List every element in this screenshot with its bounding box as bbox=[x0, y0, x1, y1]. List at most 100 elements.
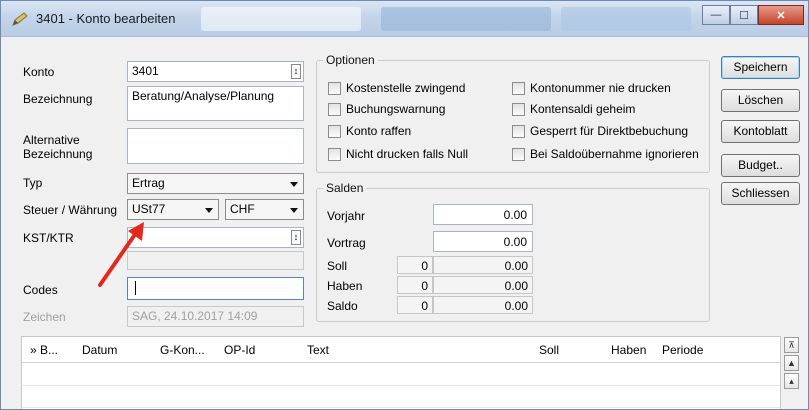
checkbox-box bbox=[512, 81, 525, 95]
typ-select[interactable]: Ertrag bbox=[127, 173, 304, 194]
table-row[interactable] bbox=[22, 407, 780, 408]
table-row[interactable] bbox=[22, 385, 780, 386]
zeichen-field: SAG, 24.10.2017 14:09 bbox=[127, 306, 304, 327]
alternative-label-line2: Bezeichnung bbox=[23, 147, 93, 161]
column-header[interactable]: Soll bbox=[539, 343, 559, 357]
saldo-count: 0 bbox=[397, 296, 433, 314]
chevron-down-icon bbox=[205, 208, 213, 213]
bezeichnung-label: Bezeichnung bbox=[23, 92, 93, 106]
bezeichnung-input[interactable]: Beratung/Analyse/Planung bbox=[127, 86, 304, 121]
schliessen-button[interactable]: Schliessen bbox=[721, 182, 800, 205]
column-header[interactable]: Text bbox=[307, 343, 329, 357]
konto-value: 3401 bbox=[132, 64, 159, 78]
checkbox-label: Kostenstelle zwingend bbox=[346, 81, 466, 95]
saldo-amount: 0.00 bbox=[433, 296, 533, 314]
column-header[interactable]: Periode bbox=[662, 343, 703, 357]
vortrag-label: Vortrag bbox=[327, 236, 366, 250]
nicht-drucken-falls-null-checkbox[interactable]: Nicht drucken falls Null bbox=[328, 147, 468, 161]
saldo-label: Saldo bbox=[327, 299, 358, 313]
column-header[interactable]: » B... bbox=[30, 343, 58, 357]
buchungswarnung-checkbox[interactable]: Buchungswarnung bbox=[328, 102, 445, 116]
red-annotation-arrow-icon bbox=[98, 222, 144, 287]
close-icon: ✕ bbox=[776, 9, 786, 22]
checkbox-box bbox=[328, 147, 341, 161]
loeschen-button[interactable]: Löschen bbox=[721, 89, 800, 112]
salden-legend: Salden bbox=[326, 181, 364, 195]
chevron-down-icon bbox=[290, 208, 298, 213]
title-bar: 3401 - Konto bearbeiten — ☐ ✕ bbox=[1, 1, 808, 37]
kontoblatt-button[interactable]: Kontoblatt bbox=[721, 120, 800, 143]
vortrag-value[interactable]: 0.00 bbox=[433, 231, 533, 252]
waehrung-select[interactable]: CHF bbox=[225, 199, 304, 220]
checkbox-label: Kontensaldi geheim bbox=[530, 102, 636, 116]
column-header[interactable]: Haben bbox=[611, 343, 646, 357]
column-header[interactable]: OP-Id bbox=[224, 343, 255, 357]
typ-value: Ertrag bbox=[132, 176, 165, 190]
typ-label: Typ bbox=[23, 176, 43, 190]
minimize-icon: — bbox=[710, 9, 722, 21]
edit-pencil-icon bbox=[12, 12, 28, 26]
checkbox-label: Nicht drucken falls Null bbox=[346, 147, 469, 161]
scroll-to-top-icon[interactable]: ⊼ bbox=[784, 337, 799, 353]
chevron-down-icon bbox=[290, 182, 298, 187]
scroll-up-icon[interactable]: ▲ bbox=[784, 355, 799, 371]
checkbox-box bbox=[512, 124, 525, 138]
konto-raffen-checkbox[interactable]: Konto raffen bbox=[328, 124, 411, 138]
checkbox-box bbox=[328, 102, 341, 116]
alternative-bezeichnung-input[interactable] bbox=[127, 128, 304, 164]
checkbox-box bbox=[512, 147, 525, 161]
zeichen-label: Zeichen bbox=[23, 310, 66, 324]
checkbox-box bbox=[512, 102, 525, 116]
bezeichnung-value: Beratung/Analyse/Planung bbox=[132, 89, 275, 103]
scroll-step-up-icon[interactable]: ▴ bbox=[784, 373, 799, 389]
optionen-legend: Optionen bbox=[326, 53, 375, 67]
alternative-label-line1: Alternative bbox=[23, 133, 80, 147]
window-title: 3401 - Konto bearbeiten bbox=[36, 11, 176, 26]
checkbox-box bbox=[328, 124, 341, 138]
waehrung-value: CHF bbox=[230, 202, 255, 216]
codes-label: Codes bbox=[23, 283, 58, 297]
budget-button[interactable]: Budget.. bbox=[721, 154, 800, 177]
minimize-button[interactable]: — bbox=[702, 5, 730, 25]
checkbox-label: Bei Saldoübernahme ignorieren bbox=[530, 147, 699, 161]
haben-amount: 0.00 bbox=[433, 276, 533, 294]
gesperrt-fuer-direktbebuchung-checkbox[interactable]: Gesperrt für Direktbebuchung bbox=[512, 124, 688, 138]
titlebar-background-blur bbox=[381, 7, 551, 31]
maximize-button[interactable]: ☐ bbox=[730, 5, 758, 25]
checkbox-label: Kontonummer nie drucken bbox=[530, 81, 671, 95]
titlebar-background-blur-2 bbox=[561, 7, 691, 31]
checkbox-label: Buchungswarnung bbox=[346, 102, 446, 116]
soll-label: Soll bbox=[327, 259, 348, 273]
close-button[interactable]: ✕ bbox=[758, 5, 804, 25]
checkbox-box bbox=[328, 81, 341, 95]
zeichen-value: SAG, 24.10.2017 14:09 bbox=[132, 309, 258, 323]
kst-lookup-icon[interactable]: ↕ bbox=[291, 230, 301, 245]
column-header[interactable]: G-Kon... bbox=[160, 343, 205, 357]
checkbox-label: Gesperrt für Direktbebuchung bbox=[530, 124, 689, 138]
konto-label: Konto bbox=[23, 65, 55, 79]
soll-amount: 0.00 bbox=[433, 256, 533, 274]
window-controls: — ☐ ✕ bbox=[702, 5, 804, 25]
speichern-button[interactable]: Speichern bbox=[721, 56, 800, 79]
table-header: » B... Datum G-Kon... OP-Id Text Soll Ha… bbox=[22, 337, 780, 363]
buchungen-table: » B... Datum G-Kon... OP-Id Text Soll Ha… bbox=[21, 336, 781, 409]
kostenstelle-zwingend-checkbox[interactable]: Kostenstelle zwingend bbox=[328, 81, 465, 95]
konto-lookup-icon[interactable]: ↕ bbox=[291, 64, 301, 79]
table-scrollbar[interactable]: ⊼ ▲ ▴ bbox=[783, 336, 800, 409]
maximize-icon: ☐ bbox=[739, 9, 749, 22]
steuer-select[interactable]: USt77 bbox=[127, 199, 219, 220]
kontensaldi-geheim-checkbox[interactable]: Kontensaldi geheim bbox=[512, 102, 635, 116]
bei-saldouebernahme-ignorieren-checkbox[interactable]: Bei Saldoübernahme ignorieren bbox=[512, 147, 699, 161]
kst-ktr-label: KST/KTR bbox=[23, 231, 74, 245]
checkbox-label: Konto raffen bbox=[346, 124, 412, 138]
steuer-value: USt77 bbox=[132, 202, 166, 216]
konto-input[interactable]: 3401 ↕ bbox=[127, 61, 304, 82]
kontonummer-nie-drucken-checkbox[interactable]: Kontonummer nie drucken bbox=[512, 81, 671, 95]
konto-bearbeiten-window: 3401 - Konto bearbeiten — ☐ ✕ Konto 3401… bbox=[0, 0, 809, 410]
column-header[interactable]: Datum bbox=[82, 343, 117, 357]
soll-count: 0 bbox=[397, 256, 433, 274]
haben-label: Haben bbox=[327, 279, 363, 293]
titlebar-glass-reflection bbox=[201, 7, 361, 31]
vorjahr-value[interactable]: 0.00 bbox=[433, 204, 533, 225]
vorjahr-label: Vorjahr bbox=[327, 209, 366, 223]
